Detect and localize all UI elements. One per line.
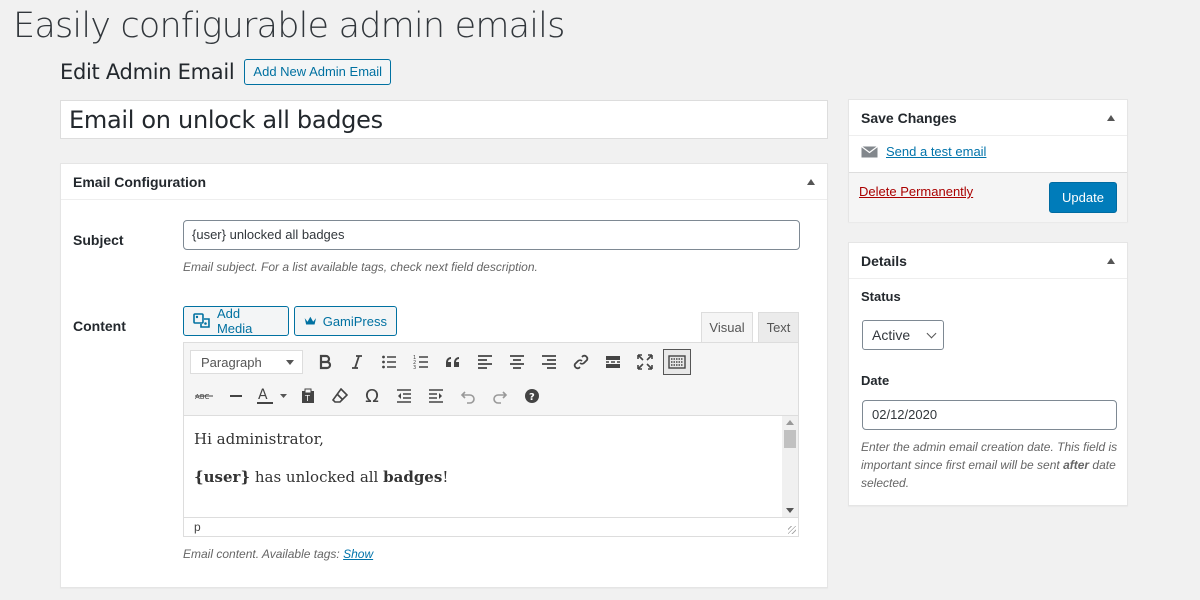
svg-text:ABC: ABC — [195, 393, 209, 401]
save-changes-header[interactable]: Save Changes — [849, 100, 1127, 136]
bullet-list-icon[interactable] — [373, 347, 405, 377]
date-description: Enter the admin email creation date. Thi… — [861, 438, 1123, 492]
align-right-icon[interactable] — [533, 347, 565, 377]
scroll-thumb[interactable] — [784, 430, 796, 448]
content-label: Content — [73, 318, 126, 334]
editor-toolbar: Paragraph 123 ABC A T Ω ? — [183, 342, 799, 416]
indent-icon[interactable] — [420, 381, 452, 411]
numbered-list-icon[interactable]: 123 — [405, 347, 437, 377]
toolbar-toggle-icon[interactable] — [663, 349, 691, 375]
svg-text:T: T — [304, 394, 310, 403]
svg-text:A: A — [258, 387, 268, 403]
editor-statusbar: p — [183, 517, 799, 537]
scroll-up-icon[interactable] — [786, 420, 794, 425]
bold-icon[interactable] — [309, 347, 341, 377]
italic-icon[interactable] — [341, 347, 373, 377]
envelope-icon — [861, 145, 878, 157]
user-tag: {user} — [194, 468, 251, 486]
blockquote-icon[interactable] — [437, 347, 469, 377]
date-description-bold: after — [1063, 458, 1090, 472]
badges-word: badges — [383, 468, 443, 486]
paste-text-icon[interactable]: T — [292, 381, 324, 411]
save-changes-title: Save Changes — [861, 109, 957, 126]
add-media-label: Add Media — [216, 306, 253, 336]
update-button[interactable]: Update — [1049, 182, 1117, 213]
status-select[interactable]: Active — [862, 320, 944, 350]
fullscreen-icon[interactable] — [629, 347, 661, 377]
svg-text:?: ? — [529, 392, 535, 403]
scroll-down-icon[interactable] — [786, 508, 794, 513]
page-header: Edit Admin Email Add New Admin Email — [60, 59, 392, 85]
content-description: Email content. Available tags: Show — [183, 547, 373, 561]
read-more-icon[interactable] — [597, 347, 629, 377]
email-configuration-header[interactable]: Email Configuration — [61, 164, 827, 200]
tab-visual[interactable]: Visual — [701, 312, 753, 342]
email-configuration-title: Email Configuration — [73, 173, 206, 190]
details-box: Details Status Active Date 02/12/2020 En… — [848, 242, 1128, 506]
page-title: Edit Admin Email — [60, 60, 235, 84]
show-tags-link[interactable]: Show — [343, 547, 373, 561]
horizontal-line-icon[interactable] — [220, 381, 252, 411]
tab-text[interactable]: Text — [758, 312, 799, 342]
chevron-down-icon — [926, 328, 937, 338]
details-header[interactable]: Details — [849, 243, 1127, 279]
delete-permanently-link[interactable]: Delete Permanently — [859, 184, 973, 199]
resize-handle-icon[interactable] — [788, 526, 796, 534]
content-description-text: Email content. Available tags: — [183, 547, 344, 561]
special-character-icon[interactable]: Ω — [356, 381, 388, 411]
align-center-icon[interactable] — [501, 347, 533, 377]
toolbar-row-2: ABC A T Ω ? — [188, 381, 548, 411]
collapse-arrow-icon[interactable] — [1107, 257, 1115, 264]
status-select-value: Active — [872, 327, 911, 343]
toolbar-row-1: Paragraph 123 — [188, 347, 693, 377]
collapse-arrow-icon[interactable] — [807, 178, 815, 185]
status-label: Status — [861, 289, 901, 304]
add-new-admin-email-button[interactable]: Add New Admin Email — [244, 59, 392, 85]
crown-icon — [304, 316, 316, 325]
subject-label: Subject — [73, 232, 124, 248]
gamipress-label: GamiPress — [322, 313, 387, 329]
text-color-icon[interactable]: A — [252, 381, 292, 411]
add-media-icon — [193, 313, 210, 328]
subject-description: Email subject. For a list available tags… — [183, 260, 538, 274]
svg-text:3: 3 — [413, 365, 416, 370]
send-test-email-row: Send a test email — [861, 144, 986, 159]
format-select[interactable]: Paragraph — [190, 350, 303, 374]
help-icon[interactable]: ? — [516, 381, 548, 411]
message-end: ! — [442, 468, 449, 486]
add-media-button[interactable]: Add Media — [183, 306, 289, 336]
date-label: Date — [861, 373, 890, 388]
hero-title: Easily configurable admin emails — [13, 6, 565, 46]
subject-input[interactable]: {user} unlocked all badges — [183, 220, 800, 250]
details-title: Details — [861, 252, 907, 269]
editor-line-greeting: Hi administrator, — [194, 430, 324, 448]
editor-scrollbar[interactable] — [782, 416, 798, 517]
send-test-email-link[interactable]: Send a test email — [886, 144, 986, 159]
outdent-icon[interactable] — [388, 381, 420, 411]
save-changes-box: Save Changes Send a test email Delete Pe… — [848, 99, 1128, 222]
strikethrough-icon[interactable]: ABC — [188, 381, 220, 411]
editor-line-message: {user} has unlocked all badges! — [194, 468, 788, 486]
link-icon[interactable] — [565, 347, 597, 377]
chevron-down-icon — [286, 359, 294, 365]
editor-content-area[interactable]: Hi administrator, {user} has unlocked al… — [183, 416, 799, 517]
redo-icon[interactable] — [484, 381, 516, 411]
undo-icon[interactable] — [452, 381, 484, 411]
major-publishing-actions: Delete Permanently Update — [849, 172, 1127, 222]
element-path[interactable]: p — [194, 520, 201, 534]
align-left-icon[interactable] — [469, 347, 501, 377]
collapse-arrow-icon[interactable] — [1107, 114, 1115, 121]
clear-formatting-icon[interactable] — [324, 381, 356, 411]
date-input[interactable]: 02/12/2020 — [862, 400, 1117, 430]
email-configuration-box: Email Configuration Subject {user} unloc… — [60, 163, 828, 588]
title-input[interactable]: Email on unlock all badges — [60, 100, 828, 139]
format-select-value: Paragraph — [201, 354, 262, 370]
message-text: has unlocked all — [250, 468, 384, 486]
gamipress-button[interactable]: GamiPress — [294, 306, 397, 336]
